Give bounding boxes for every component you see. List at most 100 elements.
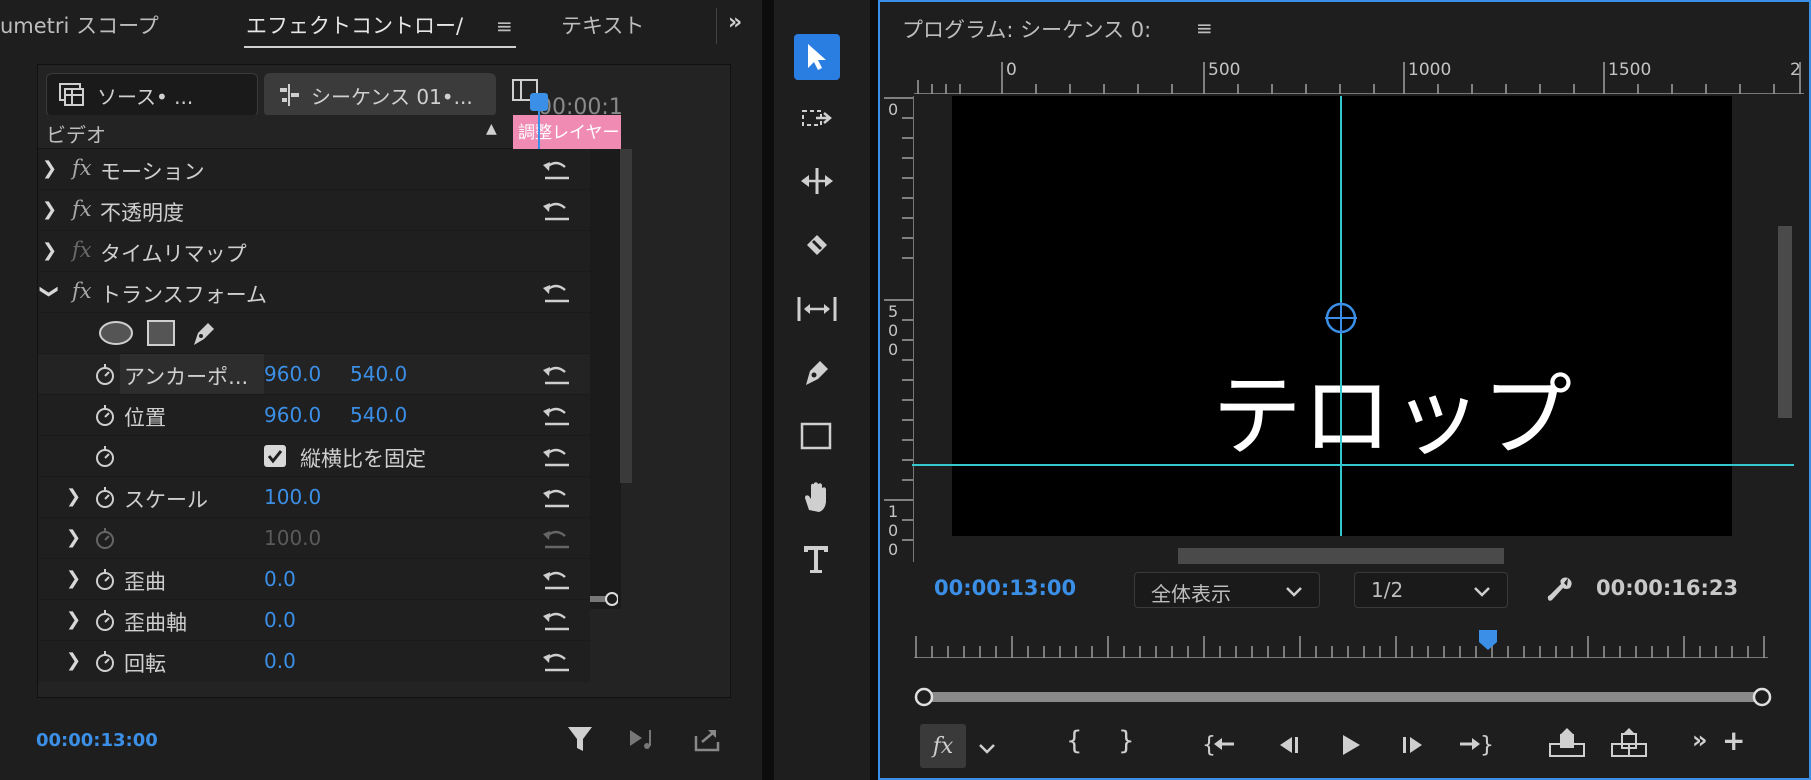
reset-icon[interactable]	[541, 280, 571, 304]
skew-axis-value[interactable]: 0.0	[264, 608, 296, 632]
adjustment-layer-clip[interactable]: 調整レイヤー	[513, 115, 621, 149]
prop-row-position[interactable]: 位置 960.0 540.0	[38, 395, 590, 436]
mark-out-button[interactable]: }	[1118, 726, 1135, 756]
stopwatch-icon[interactable]	[94, 567, 116, 596]
vertical-scrollbar[interactable]	[620, 149, 632, 483]
skew-value[interactable]: 0.0	[264, 567, 296, 591]
chevron-right-icon[interactable]: ❯	[66, 650, 81, 671]
stopwatch-icon[interactable]	[94, 649, 116, 678]
chevron-right-icon[interactable]: ❯	[42, 199, 57, 220]
fx-toggle-button[interactable]: fx	[920, 724, 966, 768]
hand-tool-button[interactable]	[794, 474, 840, 520]
go-to-out-button[interactable]: }	[1458, 730, 1494, 758]
reset-icon[interactable]	[541, 157, 571, 181]
extract-button[interactable]	[1610, 728, 1648, 760]
reset-icon[interactable]	[541, 403, 571, 427]
stopwatch-icon[interactable]	[94, 608, 116, 637]
lift-button[interactable]	[1548, 728, 1586, 760]
chevron-right-icon[interactable]: ❯	[42, 158, 57, 179]
monitor-time-ruler[interactable]	[914, 630, 1768, 658]
effect-row-time-remap[interactable]: ❯ fx タイムリマップ	[38, 231, 590, 272]
chevron-right-icon[interactable]: ❯	[42, 240, 57, 261]
source-clip-button[interactable]: ソース• ...	[46, 73, 258, 117]
fx-icon[interactable]: fx	[72, 156, 92, 180]
prop-row-skew[interactable]: ❯ 歪曲 0.0	[38, 559, 590, 600]
footer-timecode[interactable]: 00:00:13:00	[36, 730, 158, 751]
go-to-in-button[interactable]: {	[1202, 730, 1236, 758]
chevron-right-icon[interactable]: ❯	[66, 486, 81, 507]
reset-icon[interactable]	[541, 649, 571, 673]
collapse-up-icon[interactable]: ▲	[486, 121, 497, 137]
stopwatch-icon[interactable]	[94, 485, 116, 514]
chevron-right-icon[interactable]: ❯	[66, 527, 81, 548]
ripple-edit-tool-button[interactable]	[794, 158, 840, 204]
reset-icon[interactable]	[541, 362, 571, 386]
reset-icon[interactable]	[541, 485, 571, 509]
rectangle-tool-button[interactable]	[794, 414, 840, 460]
stopwatch-icon[interactable]	[94, 362, 116, 391]
prop-row-anchor-point[interactable]: アンカーポ... 960.0 540.0	[38, 354, 590, 395]
monitor-playhead[interactable]	[1477, 628, 1499, 652]
prop-row-scale-width[interactable]: ❯ 100.0	[38, 518, 590, 559]
uniform-scale-checkbox[interactable]	[264, 445, 286, 467]
wrench-icon[interactable]	[1544, 574, 1576, 606]
ellipse-mask-icon[interactable]	[98, 319, 134, 347]
sequence-button[interactable]: シーケンス 01•...	[264, 73, 496, 117]
rectangle-mask-icon[interactable]	[146, 319, 176, 347]
mark-in-button[interactable]: {	[1066, 726, 1083, 756]
slip-tool-button[interactable]	[794, 286, 840, 332]
razor-tool-button[interactable]	[794, 222, 840, 268]
tab-effect-controls[interactable]: エフェクトコントロー/	[246, 10, 463, 40]
step-forward-button[interactable]	[1398, 732, 1426, 758]
anchor-y-value[interactable]: 540.0	[350, 362, 407, 386]
pen-mask-icon[interactable]	[188, 317, 220, 349]
playhead-handle[interactable]	[530, 93, 548, 111]
stopwatch-icon[interactable]	[94, 444, 116, 473]
fx-icon[interactable]: fx	[72, 197, 92, 221]
reset-icon[interactable]	[541, 608, 571, 632]
monitor-horizontal-scrollbar[interactable]	[1178, 548, 1504, 564]
chevron-right-icon[interactable]: ❯	[66, 568, 81, 589]
scale-value[interactable]: 100.0	[264, 485, 321, 509]
chevron-down-icon[interactable]: ❯	[39, 284, 60, 299]
stopwatch-icon[interactable]	[94, 403, 116, 432]
chevron-down-icon[interactable]	[978, 740, 996, 759]
monitor-zoom-bar[interactable]	[914, 686, 1772, 708]
anchor-crosshair-icon[interactable]	[1325, 302, 1357, 334]
reset-icon[interactable]	[541, 444, 571, 468]
fx-icon[interactable]: fx	[72, 238, 92, 262]
prop-row-rotation[interactable]: ❯ 回転 0.0	[38, 641, 590, 682]
prop-row-scale[interactable]: ❯ スケール 100.0	[38, 477, 590, 518]
program-monitor-title[interactable]: プログラム: シーケンス 0:	[902, 14, 1151, 44]
horizontal-guide[interactable]	[912, 464, 1794, 466]
step-back-button[interactable]	[1276, 732, 1304, 758]
playback-resolution-select[interactable]: 1/2	[1354, 572, 1508, 608]
panel-menu-icon[interactable]: ≡	[496, 14, 513, 38]
position-y-value[interactable]: 540.0	[350, 403, 407, 427]
effect-row-opacity[interactable]: ❯ fx 不透明度	[38, 190, 590, 231]
rotation-value[interactable]: 0.0	[264, 649, 296, 673]
play-button[interactable]	[1338, 732, 1364, 758]
effect-row-transform[interactable]: ❯ fx トランスフォーム	[38, 272, 590, 313]
tab-text[interactable]: テキスト	[561, 10, 644, 40]
zoom-level-select[interactable]: 全体表示	[1134, 572, 1320, 608]
selection-tool-button[interactable]	[794, 34, 840, 80]
reset-icon[interactable]	[541, 567, 571, 591]
playhead-timecode[interactable]: 00:00:13:00	[934, 576, 1076, 600]
anchor-x-value[interactable]: 960.0	[264, 362, 321, 386]
chevron-right-icon[interactable]: ❯	[66, 609, 81, 630]
effect-row-motion[interactable]: ❯ fx モーション	[38, 149, 590, 190]
reset-icon[interactable]	[541, 198, 571, 222]
more-panels-icon[interactable]: »	[728, 10, 742, 35]
prop-row-uniform-scale[interactable]: 縦横比を固定	[38, 436, 590, 477]
track-select-tool-button[interactable]	[794, 96, 840, 142]
more-controls-icon[interactable]: »	[1692, 726, 1708, 754]
pen-tool-button[interactable]	[794, 350, 840, 396]
button-editor-plus-icon[interactable]: +	[1722, 724, 1745, 757]
type-tool-button[interactable]	[794, 536, 840, 582]
filter-icon[interactable]	[566, 724, 594, 754]
fx-icon[interactable]: fx	[72, 279, 92, 303]
monitor-vertical-scrollbar[interactable]	[1778, 226, 1792, 418]
position-x-value[interactable]: 960.0	[264, 403, 321, 427]
tab-lumetri-scopes[interactable]: umetri スコープ	[0, 10, 159, 40]
